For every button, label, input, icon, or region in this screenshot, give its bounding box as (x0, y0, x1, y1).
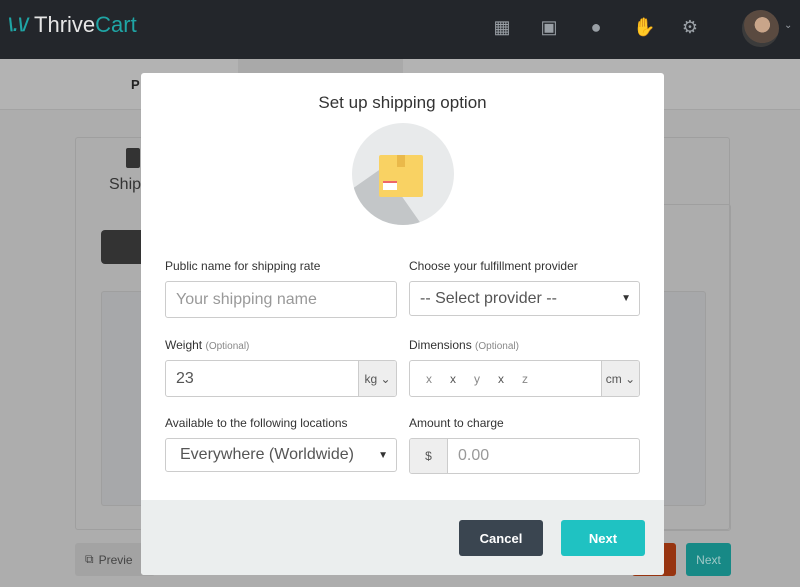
package-icon (352, 123, 454, 225)
background-next-button[interactable]: Next (686, 543, 731, 576)
locations-label: Available to the following locations (165, 416, 348, 430)
ticket-icon[interactable]: ▣ (539, 17, 559, 37)
dimension-x-input[interactable]: x (426, 372, 432, 386)
top-header: \.\/ ThriveCart ▦ ▣ ● ✋ ⚙ ⌄ (0, 0, 800, 59)
weight-label: Weight (165, 338, 203, 352)
modal-footer: Cancel Next (141, 500, 664, 575)
gear-icon[interactable]: ⚙ (680, 17, 700, 37)
weight-input[interactable]: 23 (166, 370, 358, 388)
grid-icon[interactable]: ▦ (492, 17, 512, 37)
dimension-separator: x (498, 371, 504, 386)
weight-unit: kg (364, 371, 378, 386)
preview-label: Previe (98, 552, 133, 567)
provider-select[interactable]: -- Select provider -- ▼ (409, 281, 640, 316)
amount-label: Amount to charge (409, 416, 504, 430)
public-name-label: Public name for shipping rate (165, 259, 321, 273)
modal-title: Set up shipping option (318, 93, 487, 112)
provider-value: -- Select provider -- (420, 289, 557, 307)
dimension-y-input[interactable]: y (474, 372, 480, 386)
dropdown-arrow-icon: ▼ (378, 449, 388, 461)
dropdown-arrow-icon: ▼ (621, 293, 631, 304)
truck-large-icon (101, 230, 146, 264)
handshake-icon[interactable]: ✋ (633, 17, 655, 37)
locations-value: Everywhere (Worldwide) (180, 446, 354, 463)
shipping-heading: Ship (109, 176, 142, 193)
avatar[interactable] (742, 10, 779, 47)
logo-text: Thrive (34, 12, 96, 37)
dimension-z-input[interactable]: z (522, 372, 528, 386)
dimensions-label: Dimensions (409, 338, 472, 352)
external-link-icon: ⧉ (85, 552, 94, 566)
shipping-modal: Set up shipping option Public name for s… (141, 73, 664, 575)
currency-addon: $ (410, 439, 448, 473)
weight-optional: (Optional) (205, 341, 250, 352)
thrivecart-logo[interactable]: \.\/ ThriveCart (8, 12, 137, 38)
logo-text-accent: Cart (95, 12, 137, 37)
tab-left[interactable]: P (131, 77, 140, 92)
public-name-placeholder: Your shipping name (176, 290, 317, 308)
public-name-input[interactable]: Your shipping name (165, 281, 397, 318)
chevron-down-icon[interactable]: ⌄ (784, 20, 792, 31)
dimension-separator: x (450, 371, 456, 386)
provider-label: Choose your fulfillment provider (409, 259, 578, 273)
dimension-unit-select[interactable]: cm ⌄ (601, 361, 639, 396)
user-icon[interactable]: ● (586, 17, 606, 37)
amount-input[interactable]: 0.00 (448, 447, 639, 465)
cancel-button[interactable]: Cancel (459, 520, 543, 556)
cart-logo-icon: \.\/ (8, 14, 29, 35)
dimension-unit: cm (605, 371, 622, 386)
weight-unit-select[interactable]: kg ⌄ (358, 361, 396, 396)
truck-icon (126, 148, 140, 168)
locations-select[interactable]: Everywhere (Worldwide) ▼ (165, 438, 397, 472)
next-button[interactable]: Next (561, 520, 645, 556)
dimensions-optional: (Optional) (475, 341, 519, 352)
